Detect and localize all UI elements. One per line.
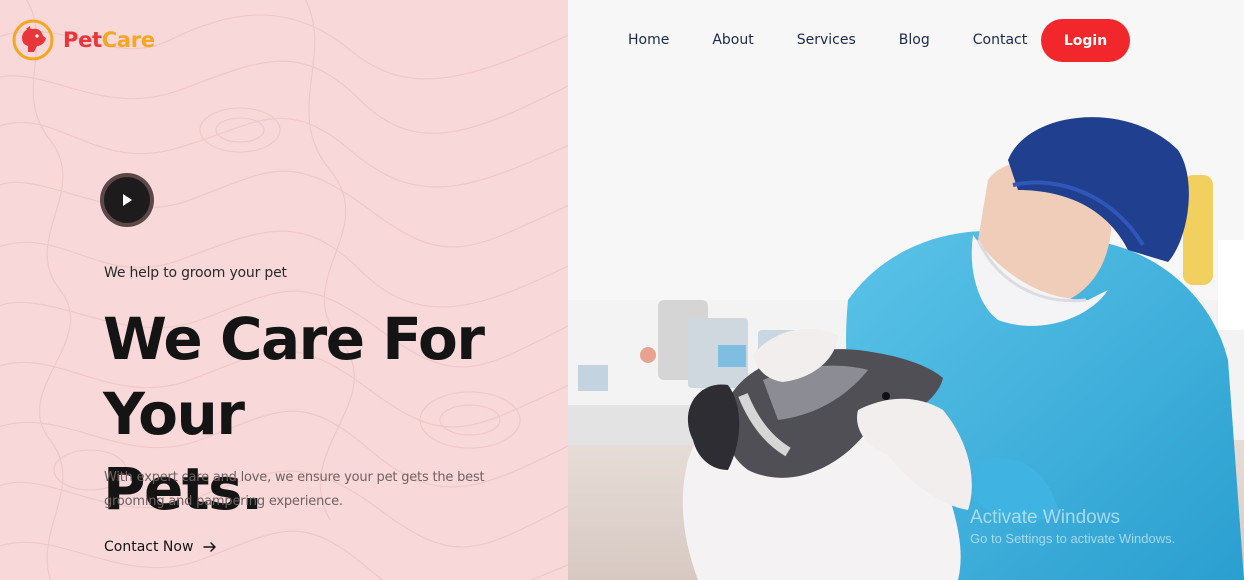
brand-logo[interactable]: PetCare bbox=[12, 19, 155, 61]
nav-contact[interactable]: Contact bbox=[973, 31, 1027, 49]
dog-head-logo-icon bbox=[12, 19, 54, 61]
vet-with-dog-illustration bbox=[568, 0, 1244, 580]
contact-now-link[interactable]: Contact Now bbox=[104, 539, 217, 555]
hero-tagline: We help to groom your pet bbox=[104, 265, 287, 281]
hero-description: With expert care and love, we ensure you… bbox=[104, 470, 485, 509]
play-icon bbox=[123, 194, 132, 206]
contact-now-label: Contact Now bbox=[104, 539, 194, 555]
play-video-button[interactable] bbox=[100, 173, 154, 227]
play-button-inner bbox=[104, 177, 150, 223]
brand-name: PetCare bbox=[63, 28, 155, 52]
nav-home[interactable]: Home bbox=[628, 31, 669, 49]
arrow-right-icon bbox=[203, 542, 217, 552]
main-nav: Home About Services Blog Contact bbox=[612, 31, 1070, 49]
nav-about[interactable]: About bbox=[712, 31, 753, 49]
watermark-line1: Activate Windows bbox=[970, 507, 1120, 528]
activate-windows-watermark: Activate Windows Go to Settings to activ… bbox=[970, 507, 1220, 549]
nav-blog[interactable]: Blog bbox=[899, 31, 930, 49]
hero-image bbox=[568, 0, 1244, 580]
nav-services[interactable]: Services bbox=[797, 31, 856, 49]
login-button[interactable]: Login bbox=[1041, 19, 1130, 62]
watermark-line2: Go to Settings to activate Windows. bbox=[970, 531, 1176, 546]
hero-title-line1: We Care For Your bbox=[103, 305, 485, 448]
